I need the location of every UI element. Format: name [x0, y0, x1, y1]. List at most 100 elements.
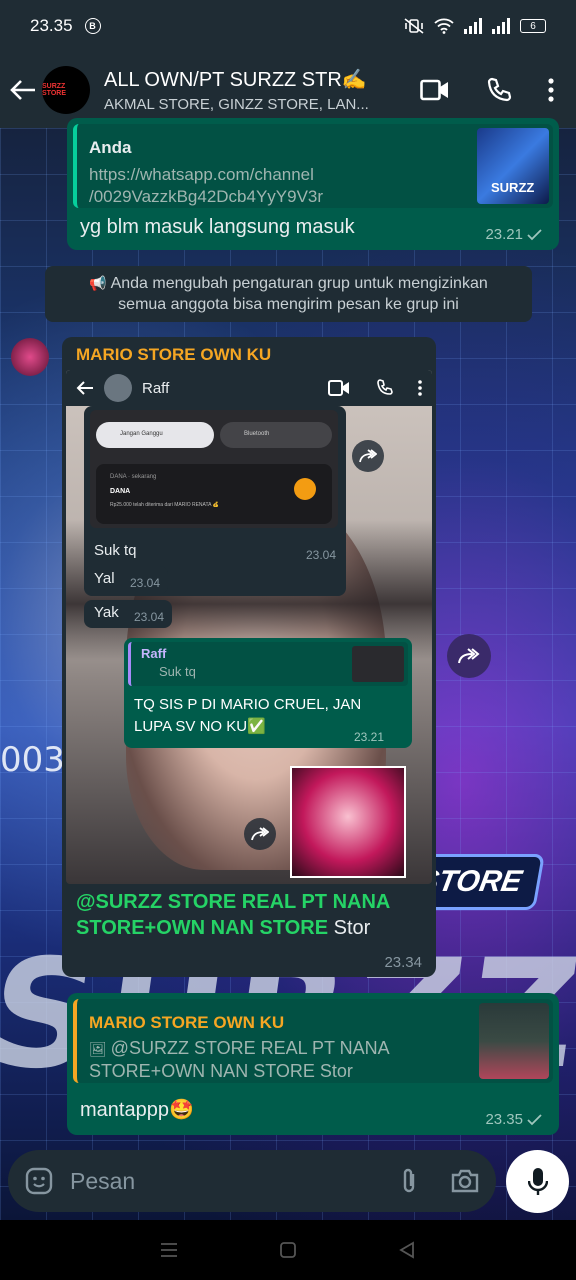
camera-icon[interactable]	[450, 1168, 480, 1194]
wifi-icon	[434, 18, 454, 34]
inner-msg-suk-time: 23.04	[305, 548, 336, 562]
quote-author: Anda	[89, 138, 132, 157]
system-nav-bar	[0, 1220, 576, 1280]
dana-notification: DANA · sekarang DANA Rp25.000 telah dite…	[96, 464, 332, 524]
sender-avatar[interactable]	[11, 338, 49, 376]
bt-toggle: Bluetooth	[220, 422, 332, 448]
system-message-line2: semua anggota bisa mengirim pesan ke gru…	[118, 296, 459, 313]
dana-app-icon	[294, 478, 316, 500]
recent-apps-icon[interactable]	[160, 1241, 178, 1259]
message-meta: 23.35	[485, 1111, 543, 1128]
inner-msg-yak-time: 23.04	[134, 610, 165, 624]
group-members: AKMAL STORE, GINZZ STORE, LAN...	[104, 96, 369, 113]
quote-text-wrap: 🖼 @SURZZ STORE REAL PT NANA STORE+OWN NA…	[89, 1037, 399, 1082]
status-notification-badge: B	[84, 18, 101, 34]
quote-thumbnail	[479, 1003, 549, 1079]
thumbnail-label: SURZZ	[491, 180, 535, 195]
message-text: yg blm masuk langsung masuk	[80, 216, 355, 238]
message-caption: @SURZZ STORE REAL PT NANA STORE+OWN NAN …	[76, 889, 426, 941]
bt-label: Bluetooth	[244, 431, 270, 437]
megaphone-icon: 📢	[89, 275, 111, 291]
video-call-icon	[328, 380, 349, 396]
quoted-link-preview[interactable]: Anda https://whatsapp.com/channel /0029V…	[73, 124, 553, 208]
contact-avatar	[104, 374, 132, 402]
emoji-icon[interactable]	[24, 1166, 54, 1196]
dnd-toggle: Jangan Ganggu	[96, 422, 214, 448]
message-image[interactable]: Raff Jangan Ganggu Bluetooth DANA · seka…	[66, 370, 432, 884]
read-check-icon	[527, 228, 542, 240]
battery-icon: 6	[520, 19, 546, 33]
quote-link-line2: /0029VazzkBg42Dcb4YyY9V3r	[89, 187, 324, 206]
quote-thumbnail: SURZZ	[477, 128, 549, 204]
message-outgoing[interactable]: Anda https://whatsapp.com/channel /0029V…	[67, 118, 559, 250]
attach-icon[interactable]	[398, 1166, 420, 1196]
message-input-bar	[8, 1150, 496, 1212]
back-button[interactable]	[8, 75, 38, 105]
group-info[interactable]: ALL OWN/PT SURZZ STR✍ AKMAL STORE, GINZZ…	[104, 67, 394, 113]
inner-reply-thumb	[352, 646, 404, 682]
inner-reply-quote-text: Suk tq	[159, 664, 196, 679]
inner-msg-yal: Yal	[94, 570, 115, 587]
dnd-label: Jangan Ganggu	[120, 431, 163, 437]
inner-msg-yak: Yak	[94, 604, 119, 621]
message-outgoing-reply[interactable]: MARIO STORE OWN KU 🖼 @SURZZ STORE REAL P…	[67, 993, 559, 1135]
signal-icon	[464, 18, 482, 34]
quoted-message[interactable]: MARIO STORE OWN KU 🖼 @SURZZ STORE REAL P…	[73, 999, 553, 1083]
inner-sticker-image	[290, 766, 406, 878]
notif-text: Rp25.000 telah diterima dari MARIO RENAT…	[110, 502, 219, 508]
home-icon[interactable]	[279, 1241, 297, 1259]
contact-name: Raff	[142, 379, 170, 397]
image-icon: 🖼	[89, 1041, 111, 1057]
inner-quick-settings: Jangan Ganggu Bluetooth DANA · sekarang …	[90, 410, 338, 528]
message-input[interactable]	[70, 1167, 360, 1195]
message-time: 23.21	[485, 226, 523, 243]
message-meta: 23.34	[384, 954, 422, 971]
group-avatar[interactable]: SURZZ STORE	[42, 66, 90, 114]
system-message-line1: Anda mengubah pengaturan grup untuk meng…	[110, 275, 488, 292]
forward-icon	[458, 648, 480, 664]
message-time: 23.35	[485, 1111, 523, 1128]
inner-msg-yak-bubble: Yak 23.04	[84, 600, 172, 628]
inner-msg-yal-time: 23.04	[130, 576, 161, 590]
more-options-icon[interactable]	[548, 78, 554, 102]
inner-reply-time: 23.21	[353, 730, 384, 744]
signal-2-icon	[492, 18, 510, 34]
group-title: ALL OWN/PT SURZZ STR✍	[104, 69, 367, 91]
inner-msg-suk: Suk tq	[94, 542, 137, 559]
notif-app: DANA	[110, 488, 131, 495]
inner-reply-bubble: Raff Suk tq TQ SIS P DI MARIO CRUEL, JAN…	[124, 638, 412, 748]
voice-call-icon[interactable]	[486, 77, 512, 103]
read-check-icon	[527, 1113, 542, 1125]
system-message: 📢 Anda mengubah pengaturan grup untuk me…	[45, 266, 532, 322]
group-avatar-text: SURZZ STORE	[42, 83, 66, 97]
message-text: mantappp🤩	[80, 1099, 194, 1121]
inner-reply-author: Raff	[141, 646, 167, 661]
image-chat-header: Raff	[66, 370, 432, 406]
status-time: 23.35	[30, 16, 73, 35]
arrow-left-icon	[76, 381, 93, 395]
voice-call-icon	[377, 379, 393, 395]
microphone-icon	[527, 1167, 548, 1195]
status-bar: 23.35 B 6	[0, 0, 576, 52]
inner-reply-quote: Raff Suk tq	[128, 642, 408, 686]
voice-record-button[interactable]	[506, 1150, 569, 1213]
forward-button[interactable]	[447, 634, 491, 678]
message-time: 23.34	[384, 954, 422, 971]
more-options-icon	[418, 380, 422, 396]
message-meta: 23.21	[485, 226, 543, 243]
quote-link-line1: https://whatsapp.com/channel	[89, 165, 314, 184]
forward-icon	[352, 440, 384, 472]
caption-tail: Stor	[328, 917, 371, 939]
quote-text: @SURZZ STORE REAL PT NANA STORE+OWN NAN …	[89, 1038, 389, 1081]
forward-icon	[244, 818, 276, 850]
vibrate-mute-icon	[404, 18, 424, 34]
quote-author: MARIO STORE OWN KU	[89, 1013, 285, 1032]
back-nav-icon[interactable]	[398, 1241, 416, 1259]
arrow-left-icon	[10, 80, 35, 100]
video-call-icon[interactable]	[420, 79, 450, 101]
inner-msg-yal-bubble: Yal 23.04	[84, 566, 168, 594]
battery-level: 6	[530, 20, 536, 32]
chat-header: SURZZ STORE ALL OWN/PT SURZZ STR✍ AKMAL …	[0, 52, 576, 128]
sender-name[interactable]: MARIO STORE OWN KU	[76, 345, 271, 365]
notif-meta: DANA · sekarang	[110, 474, 157, 480]
